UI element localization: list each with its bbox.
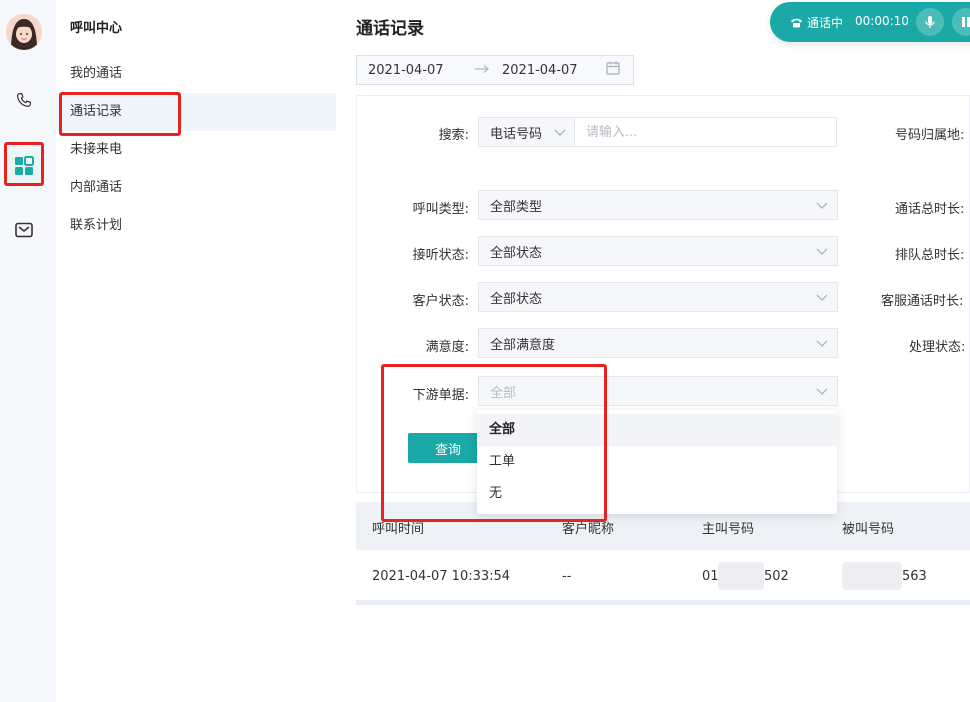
call-status-text: 通话中	[807, 16, 844, 30]
in-call-widget: 通话中 00:00:10	[770, 2, 970, 42]
cell-caller-suffix: 502	[764, 569, 789, 584]
arrow-right-icon	[474, 63, 502, 78]
chevron-down-icon	[816, 202, 828, 209]
dropdown-option-none[interactable]: 无	[477, 478, 837, 510]
satisfaction-select[interactable]: 全部满意度	[478, 328, 838, 358]
chevron-down-icon	[816, 340, 828, 347]
table-row[interactable]: 2021-04-07 10:33:54 -- 01 502 563	[356, 550, 970, 605]
dropdown-option-ticket[interactable]: 工单	[477, 446, 837, 478]
phone-nav-button[interactable]	[8, 84, 40, 116]
customer-status-select[interactable]: 全部状态	[478, 282, 838, 312]
downstream-label: 下游单据:	[412, 388, 469, 403]
search-input[interactable]	[574, 117, 837, 147]
downstream-dropdown-menu: 全部 工单 无	[477, 410, 837, 514]
mail-icon	[15, 222, 33, 238]
col-callee-number: 被叫号码	[842, 522, 895, 537]
col-customer-nickname: 客户昵称	[562, 522, 615, 537]
agent-duration-label: 客服通话时长:	[881, 294, 964, 309]
call-type-select[interactable]: 全部类型	[478, 190, 838, 220]
answer-status-select[interactable]: 全部状态	[478, 236, 838, 266]
calendar-icon[interactable]	[606, 61, 620, 79]
hold-button[interactable]	[952, 8, 970, 36]
redacted-caller	[718, 562, 764, 590]
end-date[interactable]: 2021-04-07	[502, 63, 606, 78]
call-status: 通话中	[790, 14, 843, 31]
page-title: 通话记录	[356, 19, 424, 39]
telephone-icon	[791, 18, 802, 28]
satisfaction-value: 全部满意度	[490, 337, 556, 353]
col-call-time: 呼叫时间	[372, 522, 425, 537]
subnav-item-my-calls[interactable]: 我的通话	[56, 55, 336, 93]
call-type-value: 全部类型	[490, 199, 543, 215]
col-caller-number: 主叫号码	[702, 522, 755, 537]
redacted-callee	[842, 562, 902, 590]
total-duration-label: 通话总时长:	[895, 202, 965, 217]
app-root: 呼叫中心 我的通话 通话记录 未接来电 内部通话 联系计划 通话记录 2021-…	[0, 0, 970, 702]
process-status-label: 处理状态:	[909, 340, 966, 355]
secondary-nav: 呼叫中心 我的通话 通话记录 未接来电 内部通话 联系计划	[56, 0, 336, 702]
start-date[interactable]: 2021-04-07	[368, 63, 474, 78]
chevron-down-icon	[816, 388, 828, 395]
date-range-picker[interactable]: 2021-04-07 2021-04-07	[356, 55, 634, 85]
search-label: 搜索:	[438, 128, 469, 143]
customer-status-label: 客户状态:	[412, 294, 469, 309]
queue-duration-label: 排队总时长:	[895, 248, 965, 263]
chevron-down-icon	[816, 294, 828, 301]
chevron-down-icon	[554, 129, 566, 136]
region-label: 号码归属地:	[895, 128, 965, 143]
pause-icon	[962, 17, 970, 27]
dropdown-option-all[interactable]: 全部	[477, 414, 837, 446]
subnav-item-call-records[interactable]: 通话记录	[56, 93, 336, 131]
phone-icon	[17, 93, 31, 107]
satisfaction-label: 满意度:	[425, 340, 469, 355]
query-button[interactable]: 查询	[408, 433, 488, 463]
subnav-item-missed-calls[interactable]: 未接来电	[56, 131, 336, 169]
subnav-title: 呼叫中心	[70, 21, 123, 36]
subnav-item-contact-plan[interactable]: 联系计划	[56, 207, 336, 245]
cell-nickname: --	[562, 569, 572, 584]
subnav-item-internal-calls[interactable]: 内部通话	[56, 169, 336, 207]
downstream-select[interactable]: 全部	[478, 376, 838, 406]
call-timer: 00:00:10	[855, 14, 909, 28]
message-nav-button[interactable]	[8, 214, 40, 246]
grid-apps-icon	[15, 156, 34, 175]
answer-status-label: 接听状态:	[412, 248, 469, 263]
answer-status-value: 全部状态	[490, 245, 543, 261]
cell-caller-prefix: 01	[702, 569, 719, 584]
cell-call-time: 2021-04-07 10:33:54	[372, 569, 511, 584]
microphone-icon	[925, 16, 935, 28]
call-type-label: 呼叫类型:	[412, 202, 469, 217]
main-content: 通话记录 2021-04-07 2021-04-07 搜索: 电话号码 号码归属…	[336, 0, 970, 702]
customer-status-value: 全部状态	[490, 291, 543, 307]
chevron-down-icon	[816, 248, 828, 255]
user-avatar[interactable]	[6, 14, 42, 50]
records-nav-button[interactable]	[8, 150, 40, 182]
downstream-value: 全部	[490, 385, 517, 401]
cell-callee-suffix: 563	[902, 569, 927, 584]
search-type-value: 电话号码	[490, 126, 543, 142]
icon-rail	[0, 0, 56, 702]
mute-button[interactable]	[916, 8, 944, 36]
search-type-select[interactable]: 电话号码	[478, 117, 575, 147]
